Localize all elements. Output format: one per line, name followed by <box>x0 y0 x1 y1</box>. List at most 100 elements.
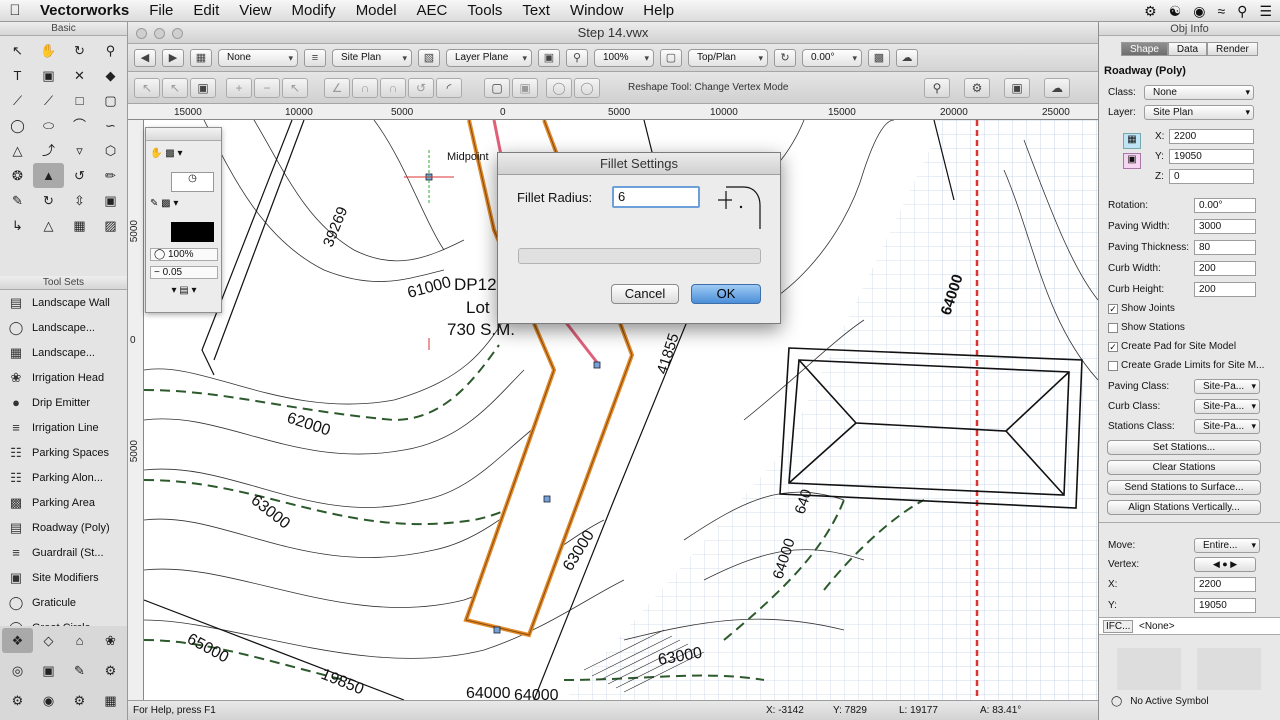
corner-vertex-icon[interactable]: ∠ <box>324 78 350 98</box>
help-icon[interactable]: ☁ <box>1044 78 1070 98</box>
group-toolset-icon[interactable]: ◉ <box>33 688 64 713</box>
wifi-icon[interactable]: ≈ <box>1217 3 1225 19</box>
toolset-item[interactable]: ▣ Site Modifiers <box>0 565 127 590</box>
polygon-icon[interactable]: △ <box>2 138 33 163</box>
vertex-y-field[interactable]: 19050 <box>1194 598 1256 613</box>
render-mode-icon[interactable]: ▩ <box>868 48 890 67</box>
double-line-icon[interactable]: ⟋ <box>33 88 64 113</box>
triangle-icon[interactable]: ▿ <box>64 138 95 163</box>
search-icon[interactable]: ⚲ <box>1237 3 1247 20</box>
checkbox-checked[interactable]: ✓ <box>1108 303 1118 314</box>
toolset-item[interactable]: ● Drip Emitter <box>0 390 127 415</box>
mode-pair-4-icon[interactable]: ◯ <box>574 78 600 98</box>
vertex-x-field[interactable]: 2200 <box>1194 577 1256 592</box>
rotate-plan-icon[interactable]: ↻ <box>774 48 796 67</box>
tab-shape[interactable]: Shape <box>1121 42 1168 56</box>
mode-pair-1-icon[interactable]: ▢ <box>484 78 510 98</box>
clear-stations-button[interactable]: Clear Stations <box>1107 460 1261 475</box>
create-pad-checkbox[interactable]: ✓ Create Pad for Site Model <box>1108 341 1236 352</box>
fill-icon[interactable]: ◆ <box>95 63 126 88</box>
circle-icon[interactable]: ◯ <box>2 113 33 138</box>
move-icon[interactable]: ▣ <box>95 188 126 213</box>
paving-thickness-field[interactable]: 80 <box>1194 240 1256 255</box>
curb-height-field[interactable]: 200 <box>1194 282 1256 297</box>
snapping-icon[interactable]: ▣ <box>1004 78 1030 98</box>
cancel-button[interactable]: Cancel <box>611 284 679 304</box>
checkbox-unchecked[interactable] <box>1108 322 1118 333</box>
callout-icon[interactable]: ▣ <box>33 63 64 88</box>
create-grade-checkbox[interactable]: Create Grade Limits for Site M... <box>1108 360 1264 371</box>
toolset-item[interactable]: ☷ Parking Alon... <box>0 465 127 490</box>
fillet-mode-icon[interactable]: ◜ <box>436 78 462 98</box>
site-toolset-icon[interactable]: ❖ <box>2 628 33 653</box>
plane-popup[interactable]: Layer Plane <box>446 48 532 67</box>
menu-aec[interactable]: AEC <box>407 0 458 22</box>
zoom-popup[interactable]: 100% <box>594 48 654 67</box>
fillet-icon[interactable]: ↻ <box>33 188 64 213</box>
layer-select[interactable]: Site Plan <box>1144 105 1254 120</box>
zoom-tool-icon[interactable]: ⚲ <box>924 78 950 98</box>
cube-toolset-icon[interactable]: ▦ <box>95 688 126 713</box>
toolset-item[interactable]: ▩ Parking Area <box>0 490 127 515</box>
preferences-gear-icon[interactable]: ⚙ <box>964 78 990 98</box>
menu-tools[interactable]: Tools <box>457 0 512 22</box>
menu-modify[interactable]: Modify <box>282 0 346 22</box>
menu-file[interactable]: File <box>139 0 183 22</box>
freehand-icon[interactable]: ∽ <box>95 113 126 138</box>
view-popup[interactable]: Top/Plan <box>688 48 768 67</box>
toolset-item[interactable]: ≡ Irrigation Line <box>0 415 127 440</box>
show-stations-checkbox[interactable]: Show Stations <box>1108 322 1185 333</box>
opacity-field[interactable]: ◯ 100% <box>150 248 218 261</box>
line-weight-field[interactable]: − 0.05 <box>150 266 218 279</box>
send-stations-button[interactable]: Send Stations to Surface... <box>1107 480 1261 495</box>
layer-options-icon[interactable]: ▧ <box>418 48 440 67</box>
y-field[interactable]: 19050 <box>1169 149 1254 164</box>
menu-app[interactable]: Vectorworks <box>30 0 139 22</box>
show-joints-checkbox[interactable]: ✓ Show Joints <box>1108 303 1175 314</box>
spiral-icon[interactable]: ❂ <box>2 163 33 188</box>
gear-toolset-icon[interactable]: ⚙ <box>64 688 95 713</box>
cubic-vertex-icon[interactable]: ∩ <box>380 78 406 98</box>
menu-edit[interactable]: Edit <box>183 0 229 22</box>
toolset-item[interactable]: ≡ Guardrail (St... <box>0 540 127 565</box>
move-select[interactable]: Entire... <box>1194 538 1260 553</box>
vertex-handle[interactable] <box>543 495 551 503</box>
camera-icon[interactable]: ◉ <box>1193 3 1205 20</box>
mode-pair-2-icon[interactable]: ▣ <box>512 78 538 98</box>
z-field[interactable]: 0 <box>1169 169 1254 184</box>
vertex-stepper[interactable]: ◀ ● ▶ <box>1194 557 1256 572</box>
stations-class-select[interactable]: Site-Pa... <box>1194 419 1260 434</box>
paving-class-select[interactable]: Site-Pa... <box>1194 379 1260 394</box>
toolset-item[interactable]: ▤ Roadway (Poly) <box>0 515 127 540</box>
x-icon[interactable]: ✕ <box>64 63 95 88</box>
toolset-item[interactable]: ☷ Parking Spaces <box>0 440 127 465</box>
mode-pair-3-icon[interactable]: ◯ <box>546 78 572 98</box>
toolset-item[interactable]: ❀ Irrigation Head <box>0 365 127 390</box>
status-app-icon[interactable]: ⚙ <box>1144 3 1157 20</box>
rounded-rect-icon[interactable]: ▢ <box>95 88 126 113</box>
split-icon[interactable]: ▦ <box>64 213 95 238</box>
forward-button[interactable]: ▶ <box>162 48 184 67</box>
menu-view[interactable]: View <box>229 0 281 22</box>
trim-icon[interactable]: △ <box>33 213 64 238</box>
fillet-radius-input[interactable]: 6 <box>612 186 700 208</box>
list-icon[interactable]: ☰ <box>1259 3 1272 20</box>
toolset-item[interactable]: ◯ Landscape... <box>0 315 127 340</box>
change-vertex-mode-icon[interactable]: ▣ <box>190 78 216 98</box>
class-popup[interactable]: None <box>218 48 298 67</box>
x-field[interactable]: 2200 <box>1169 129 1254 144</box>
sync-icon[interactable]: ☯ <box>1169 3 1182 20</box>
add-vertex-icon[interactable]: + <box>226 78 252 98</box>
pen-row[interactable]: ✎ ▩ ▾ <box>150 198 218 209</box>
view-options-icon[interactable]: ▣ <box>538 48 560 67</box>
arrow-icon[interactable]: ↖ <box>2 38 33 63</box>
clip-icon[interactable]: ▨ <box>95 213 126 238</box>
fill-swatch[interactable]: ◷ <box>171 172 214 192</box>
text-icon[interactable]: T <box>2 63 33 88</box>
ruler-toolset-icon[interactable]: ⚙ <box>95 658 126 683</box>
delete-vertex-icon[interactable]: − <box>254 78 280 98</box>
fill-row[interactable]: ✋ ▩ ▾ <box>150 148 218 159</box>
menu-window[interactable]: Window <box>560 0 633 22</box>
pen-color-swatch[interactable] <box>171 222 214 242</box>
projection-icon[interactable]: ☁ <box>896 48 918 67</box>
